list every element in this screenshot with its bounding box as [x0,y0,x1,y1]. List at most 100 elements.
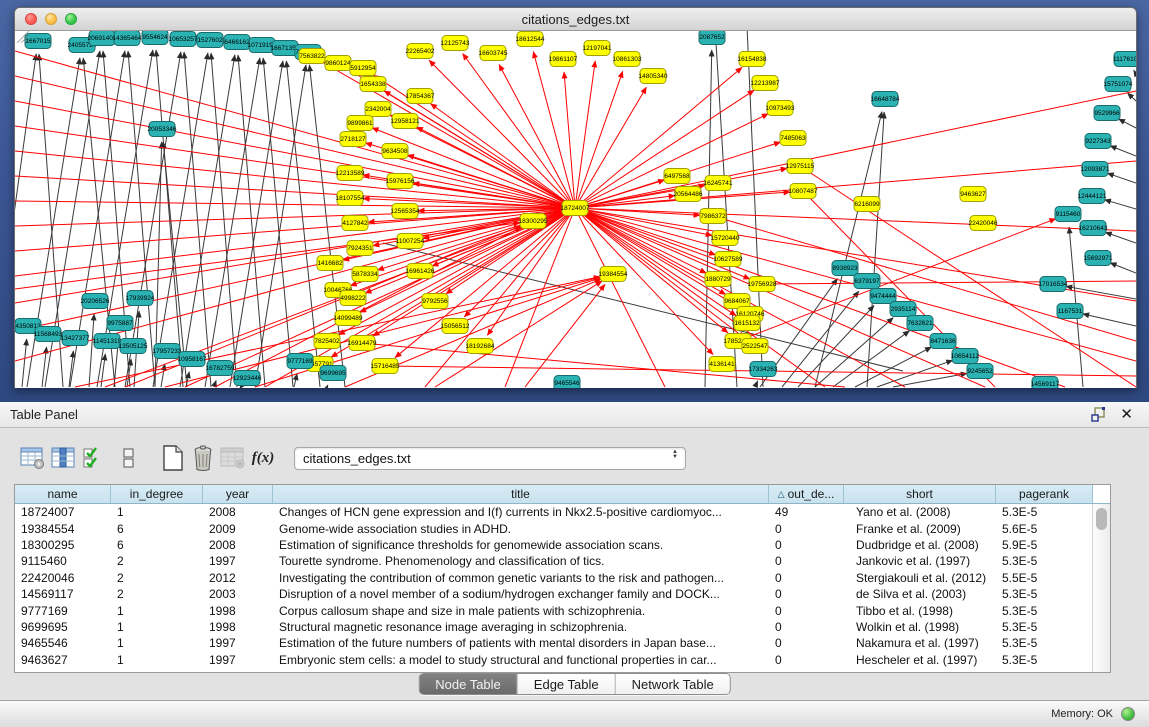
graph-edge[interactable] [15,223,520,289]
graph-node[interactable]: 11451319 [93,334,122,349]
graph-node[interactable]: 12958121 [391,114,420,129]
graph-node[interactable]: 4127842 [342,216,368,231]
column-header-short[interactable]: short [844,485,996,503]
graph-node[interactable]: 16961426 [406,264,435,279]
table-row[interactable]: 1456911722003Disruption of a novel membe… [15,586,1110,602]
graph-node[interactable]: 1167531 [1057,304,1083,319]
graph-node[interactable]: 5878334 [352,267,378,282]
graph-node[interactable]: 12213589 [336,166,365,181]
network-window[interactable]: citations_edges.txt 16670152405572420691… [14,7,1137,388]
graph-edge[interactable] [125,52,181,387]
graph-node[interactable]: 17854367 [406,89,435,104]
graph-node[interactable]: 2718127 [340,132,366,147]
graph-node[interactable]: 20206526 [81,294,110,309]
graph-node[interactable]: 20053346 [148,122,177,137]
graph-node[interactable]: 4998222 [340,291,366,306]
graph-node[interactable]: 16648784 [871,92,900,107]
graph-edge[interactable] [575,208,825,387]
graph-node[interactable]: 10627589 [714,252,743,267]
graph-node[interactable]: 17939924 [126,291,155,306]
graph-node[interactable]: 6379197 [854,274,880,289]
graph-node[interactable]: 19861107 [549,52,578,67]
graph-node[interactable]: 9777169 [287,354,313,369]
graph-node[interactable]: 15692971 [1084,251,1113,266]
graph-node[interactable]: 20564486 [674,187,703,202]
graph-node[interactable]: 1416682 [317,256,343,271]
graph-node[interactable]: 10861303 [613,52,642,67]
graph-node[interactable]: 9115460 [1055,207,1081,222]
graph-node[interactable]: 16245741 [704,176,733,191]
graph-node[interactable]: 2087652 [699,31,725,45]
graph-edge[interactable] [255,65,306,387]
graph-node[interactable]: 10807487 [789,184,818,199]
graph-node[interactable]: 6466162 [224,35,250,50]
column-header-pagerank[interactable]: pagerank [996,485,1093,503]
graph-node[interactable]: 7924351 [347,241,373,256]
graph-node[interactable]: 7632621 [907,316,933,331]
graph-node[interactable]: 7825402 [314,334,340,349]
close-panel-icon[interactable]: ✕ [1120,407,1133,422]
graph-edge[interactable] [1105,232,1136,243]
graph-node[interactable]: 9245652 [967,364,993,379]
graph-edge[interactable] [214,380,216,387]
graph-node[interactable]: 22265402 [406,44,435,59]
graph-edge[interactable] [230,61,283,387]
graph-node[interactable]: 16603745 [479,46,508,61]
graph-edge[interactable] [755,381,758,387]
graph-node[interactable]: 1527602 [197,33,223,48]
toggle-rows-button[interactable] [114,444,144,472]
graph-node[interactable]: 11176101 [1113,52,1136,67]
graph-edge[interactable] [15,51,575,208]
graph-node[interactable]: 12444121 [1078,189,1107,204]
graph-node[interactable]: 15056512 [441,319,470,334]
graph-edge[interactable] [15,126,575,208]
graph-edge[interactable] [327,385,328,387]
graph-node[interactable]: 9975887 [107,316,133,331]
graph-edge[interactable] [525,284,605,387]
delete-column-button[interactable] [188,444,218,472]
graph-edge[interactable] [15,76,575,208]
graph-edge[interactable] [128,51,155,387]
table-row[interactable]: 977716911998Corpus callosum shape and si… [15,602,1110,618]
tab-network-table[interactable]: Network Table [615,674,730,694]
graph-edge[interactable] [575,208,985,387]
table-row[interactable]: 1872400712008Changes of HCN gene express… [15,504,1110,520]
graph-edge[interactable] [22,339,27,387]
graph-edge[interactable] [1119,119,1136,128]
graph-node[interactable]: 9529966 [1094,106,1120,121]
table-selector-dropdown[interactable]: citations_edges.txt ▲▼ [294,447,686,470]
graph-edge[interactable] [238,55,265,387]
graph-node[interactable]: 12125743 [441,36,470,51]
graph-node[interactable]: 19384554 [599,267,628,282]
table-row[interactable]: 2242004622012Investigating the contribut… [15,570,1110,586]
graph-node[interactable]: 1880729 [705,272,731,287]
graph-edge[interactable] [395,208,575,358]
graph-node[interactable]: 18612544 [516,32,545,47]
graph-edge[interactable] [161,364,165,387]
graph-node[interactable]: 11007254 [396,234,425,249]
graph-edge[interactable] [1127,93,1136,101]
graph-edge[interactable] [575,91,1136,208]
column-header-out_de[interactable]: △out_de... [769,485,844,503]
table-row[interactable]: 911546021997Tourette syndrome. Phenomeno… [15,553,1110,569]
graph-node[interactable]: 9792556 [422,294,448,309]
show-column-button[interactable] [48,444,78,472]
graph-edge[interactable] [575,61,595,208]
graph-node[interactable]: 16154838 [738,52,767,67]
graph-node[interactable]: 16210643 [1079,221,1108,236]
graph-node[interactable]: 15716485 [371,359,400,374]
graph-node[interactable]: 7563822 [299,49,325,64]
graph-node[interactable]: 18107554 [336,191,365,206]
table-row[interactable]: 1830029562008Estimation of significance … [15,537,1110,553]
graph-edge[interactable] [431,104,575,208]
graph-edge[interactable] [15,208,575,251]
column-header-year[interactable]: year [203,485,273,503]
graph-edge[interactable] [575,208,706,273]
graph-node[interactable]: 18300295 [519,214,548,229]
graph-node[interactable]: 10654112 [951,349,980,364]
graph-edge[interactable] [263,58,293,387]
graph-node[interactable]: 11568493 [34,327,63,342]
network-canvas[interactable]: 1667015240557242069140614365464955462410… [15,31,1136,388]
table-row[interactable]: 946362711997Embryonic stem cells: a mode… [15,652,1110,668]
resize-grip-icon[interactable] [15,31,29,43]
